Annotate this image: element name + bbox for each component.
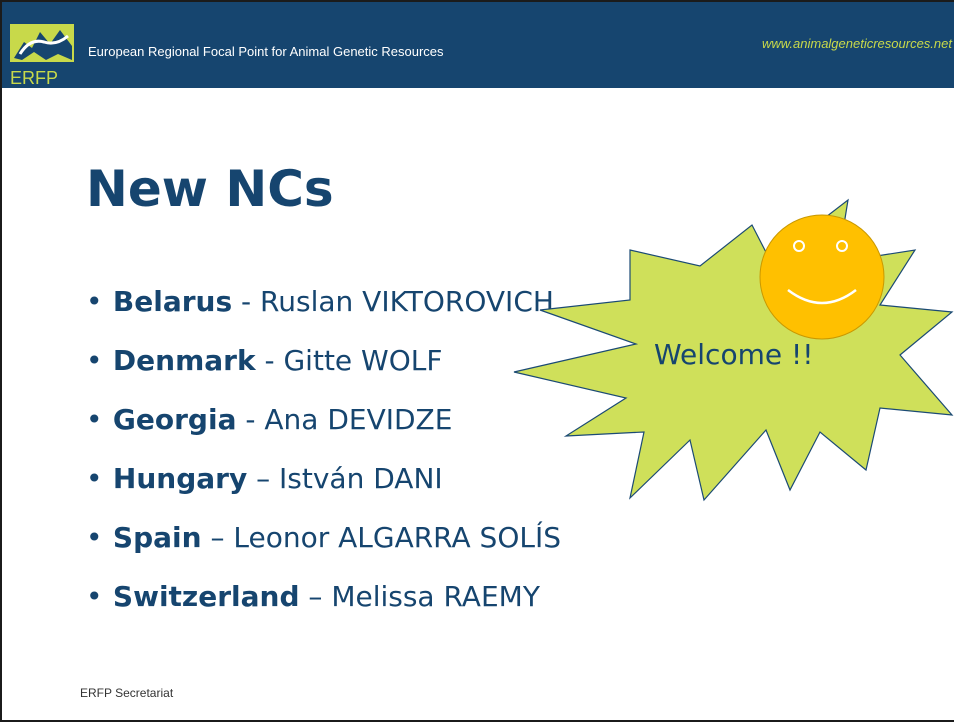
separator: – [247,462,280,495]
bullet-icon: • [86,403,103,436]
bullet-icon: • [86,285,103,318]
separator: – [201,521,234,554]
country-name: Switzerland [112,580,300,613]
separator: – [299,580,332,613]
list-item: • Georgia - Ana DEVIDZE [86,400,561,459]
bullet-icon: • [86,521,103,554]
separator: - [255,344,284,377]
separator: - [232,285,261,318]
bullet-icon: • [86,462,103,495]
welcome-text: Welcome !! [654,338,814,371]
person-name: Ana DEVIDZE [264,403,453,436]
slide-title: New NCs [86,160,334,218]
bullet-icon: • [86,580,103,613]
list-item: • Belarus - Ruslan VIKTOROVICH [86,282,561,341]
nc-list: • Belarus - Ruslan VIKTOROVICH • Denmark… [86,282,561,636]
person-name: Ruslan VIKTOROVICH [260,285,554,318]
list-item: • Hungary – István DANI [86,459,561,518]
person-name: István DANI [279,462,443,495]
country-name: Georgia [112,403,237,436]
list-item: • Spain – Leonor ALGARRA SOLÍS [86,518,561,577]
list-item: • Switzerland – Melissa RAEMY [86,577,561,636]
person-name: Gitte WOLF [283,344,443,377]
footer-text: ERFP Secretariat [80,686,174,700]
country-name: Spain [112,521,202,554]
person-name: Leonor ALGARRA SOLÍS [233,521,561,554]
separator: - [236,403,265,436]
country-name: Denmark [112,344,256,377]
country-name: Hungary [112,462,248,495]
country-name: Belarus [112,285,233,318]
person-name: Melissa RAEMY [331,580,540,613]
bullet-icon: • [86,344,103,377]
list-item: • Denmark - Gitte WOLF [86,341,561,400]
